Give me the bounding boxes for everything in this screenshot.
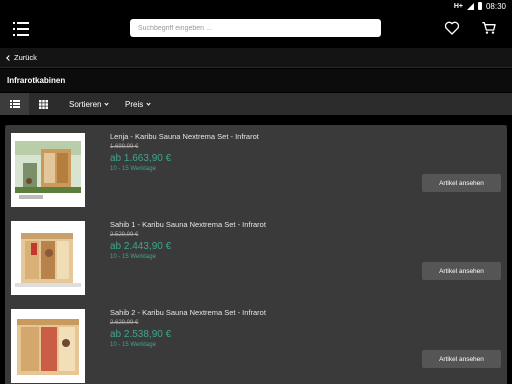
product-image[interactable] [11, 309, 85, 383]
list-view-button[interactable] [0, 93, 29, 115]
app-screen: H+ 08:30 Zurück Infrarotkabinen [0, 0, 512, 384]
status-icons: H+ 08:30 [454, 1, 506, 11]
price-filter-dropdown[interactable]: Preis [120, 93, 155, 115]
sort-dropdown[interactable]: Sortieren [64, 93, 113, 115]
product-item[interactable]: Sahib 1 - Karibu Sauna Nextrema Set - In… [5, 213, 507, 301]
cart-icon[interactable] [481, 20, 497, 36]
product-delivery-time: 10 - 15 Werktage [110, 166, 156, 172]
grid-view-icon [39, 99, 48, 109]
product-delivery-time: 10 - 15 Werktage [110, 254, 156, 260]
back-label: Zurück [14, 53, 37, 62]
product-name[interactable]: Lenja - Karibu Sauna Nextrema Set - Infr… [110, 132, 259, 141]
grid-view-button[interactable] [29, 93, 58, 115]
status-bar: H+ 08:30 [0, 0, 512, 12]
product-price: ab 2.538,90 € [110, 329, 172, 340]
listing-toolbar: Sortieren Preis [0, 93, 512, 115]
product-item[interactable]: Lenja - Karibu Sauna Nextrema Set - Infr… [5, 125, 507, 213]
chevron-down-icon [146, 100, 151, 106]
back-link[interactable]: Zurück [6, 53, 37, 62]
price-filter-label: Preis [125, 99, 144, 109]
heart-icon[interactable] [444, 20, 460, 36]
chevron-left-icon [6, 54, 12, 61]
back-bar: Zurück [0, 48, 512, 68]
product-price: ab 2.443,90 € [110, 241, 172, 252]
product-image[interactable] [11, 133, 85, 207]
product-list[interactable]: Lenja - Karibu Sauna Nextrema Set - Infr… [5, 125, 507, 384]
product-item[interactable]: Sahib 2 - Karibu Sauna Nextrema Set - In… [5, 301, 507, 384]
product-name[interactable]: Sahib 2 - Karibu Sauna Nextrema Set - In… [110, 308, 266, 317]
view-article-button[interactable]: Artikel ansehen [422, 174, 501, 192]
sort-label: Sortieren [69, 99, 102, 109]
chevron-down-icon [104, 100, 110, 106]
category-title: Infrarotkabinen [7, 76, 66, 85]
category-header: Infrarotkabinen [0, 69, 512, 92]
product-image[interactable] [11, 221, 85, 295]
signal-icon [466, 2, 474, 10]
view-article-button[interactable]: Artikel ansehen [422, 350, 501, 368]
product-old-price: 1.699,99 € [110, 144, 139, 150]
menu-icon[interactable] [13, 22, 31, 36]
product-old-price: 2.529,99 € [110, 232, 139, 238]
search-input[interactable] [130, 19, 381, 37]
product-name[interactable]: Sahib 1 - Karibu Sauna Nextrema Set - In… [110, 220, 266, 229]
network-type: H+ [453, 2, 463, 10]
product-list-panel: Lenja - Karibu Sauna Nextrema Set - Infr… [5, 125, 507, 384]
app-header [0, 12, 512, 45]
view-article-button[interactable]: Artikel ansehen [422, 262, 501, 280]
clock: 08:30 [485, 1, 506, 11]
product-price: ab 1.663,90 € [110, 153, 172, 164]
list-view-icon [9, 100, 20, 108]
product-delivery-time: 10 - 15 Werktage [110, 342, 156, 348]
battery-icon [477, 2, 482, 10]
product-old-price: 2.629,99 € [110, 320, 139, 326]
